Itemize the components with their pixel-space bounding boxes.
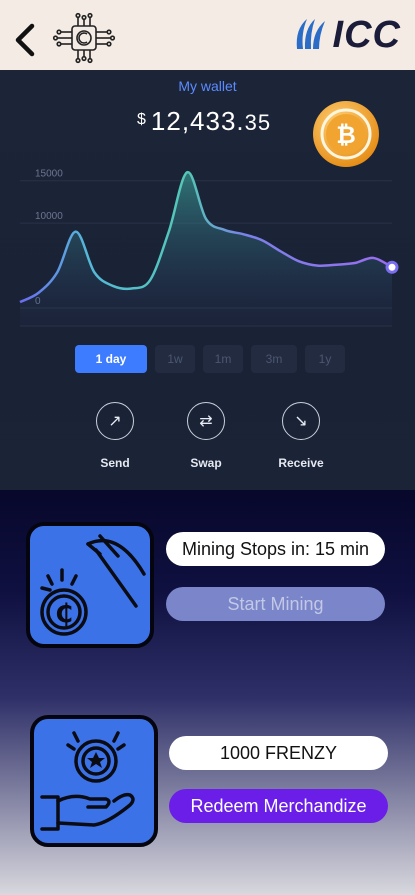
receive-action[interactable]: ↘ Receive [266,402,336,470]
circuit-coin-icon [52,12,116,64]
rewards-tile[interactable] [30,715,158,847]
send-label: Send [100,456,130,470]
send-arrow-icon: ↗ [96,402,134,440]
period-1m[interactable]: 1m [203,345,243,373]
period-3m[interactable]: 3m [251,345,297,373]
period-1w[interactable]: 1w [155,345,195,373]
top-header: ICC [0,0,415,70]
receive-arrow-icon: ↘ [282,402,320,440]
chevron-left-icon [15,23,35,57]
mining-tile[interactable]: ₵ [26,522,154,648]
y-tick-label: 10000 [35,211,63,222]
swap-label: Swap [190,456,222,470]
swap-arrows-icon: ⇄ [187,402,225,440]
balance-cents: 35 [244,110,272,135]
redeem-merchandize-button[interactable]: Redeem Merchandize [169,789,388,823]
chart-area [20,172,392,326]
wallet-chart: 15000100000 [19,169,399,327]
send-action[interactable]: ↗ Send [80,402,150,470]
receive-label: Receive [278,456,324,470]
back-button[interactable] [12,22,40,58]
balance-main: 12,433. [150,106,245,136]
svg-text:₿: ₿ [336,121,356,149]
pickaxe-coin-icon: ₵ [40,534,146,636]
wallet-balance: $12,433.35 [137,106,271,137]
hand-coin-icon [40,731,135,831]
icc-logo: ICC [293,14,401,56]
period-selector: 1 day 1w 1m 3m 1y [75,345,345,373]
start-mining-button[interactable]: Start Mining [166,587,385,621]
icc-brand-text: ICC [332,13,401,56]
frenzy-balance: 1000 FRENZY [169,736,388,770]
chart-current-point [385,260,399,274]
period-1y[interactable]: 1y [305,345,345,373]
wallet-title: My wallet [178,78,237,94]
currency-symbol: $ [137,111,147,128]
icc-stripes-icon [296,19,325,49]
wallet-panel: My wallet $12,433.35 ₿ 15000 10000 1 day… [0,70,415,490]
bitcoin-icon: ₿ [313,101,379,167]
mining-status: Mining Stops in: 15 min [166,532,385,566]
swap-action[interactable]: ⇄ Swap [171,402,241,470]
period-1-day[interactable]: 1 day [75,345,147,373]
svg-text:₵: ₵ [55,599,73,629]
y-tick-label: 15000 [35,169,63,180]
